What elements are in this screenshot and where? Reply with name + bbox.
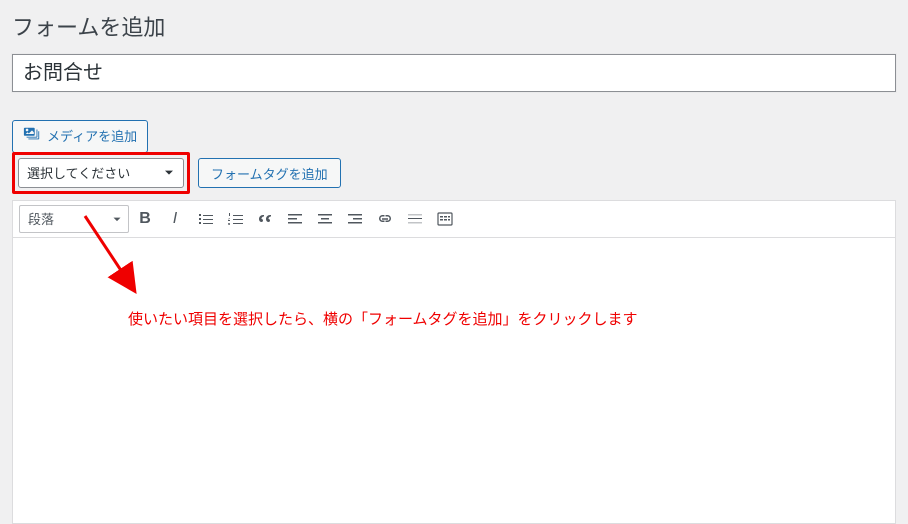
editor-toolbar: 段落 B I xyxy=(13,201,895,238)
bold-label: B xyxy=(139,210,151,228)
annotation-text: 使いたい項目を選択したら、横の「フォームタグを追加」をクリックします xyxy=(128,308,638,329)
add-media-label: メディアを追加 xyxy=(47,128,137,146)
form-title-input[interactable] xyxy=(12,54,896,92)
ul-button[interactable] xyxy=(191,205,219,233)
link-button[interactable] xyxy=(371,205,399,233)
media-icon xyxy=(23,125,41,148)
align-left-button[interactable] xyxy=(281,205,309,233)
bold-button[interactable]: B xyxy=(131,205,159,233)
editor-content[interactable]: 使いたい項目を選択したら、横の「フォームタグを追加」をクリックします xyxy=(13,238,895,523)
more-button[interactable] xyxy=(401,205,429,233)
ol-button[interactable] xyxy=(221,205,249,233)
format-select[interactable]: 段落 xyxy=(19,205,129,233)
add-media-button[interactable]: メディアを追加 xyxy=(12,120,148,153)
rich-editor: 段落 B I xyxy=(12,200,896,524)
italic-button[interactable]: I xyxy=(161,205,189,233)
highlight-box: 選択してください xyxy=(12,152,190,194)
form-field-select[interactable]: 選択してください xyxy=(18,158,184,188)
page-title: フォームを追加 xyxy=(12,10,896,42)
align-center-button[interactable] xyxy=(311,205,339,233)
quote-button[interactable] xyxy=(251,205,279,233)
italic-label: I xyxy=(173,210,177,228)
add-form-tag-button[interactable]: フォームタグを追加 xyxy=(198,158,341,188)
align-right-button[interactable] xyxy=(341,205,369,233)
toolbar-toggle-button[interactable] xyxy=(431,205,459,233)
